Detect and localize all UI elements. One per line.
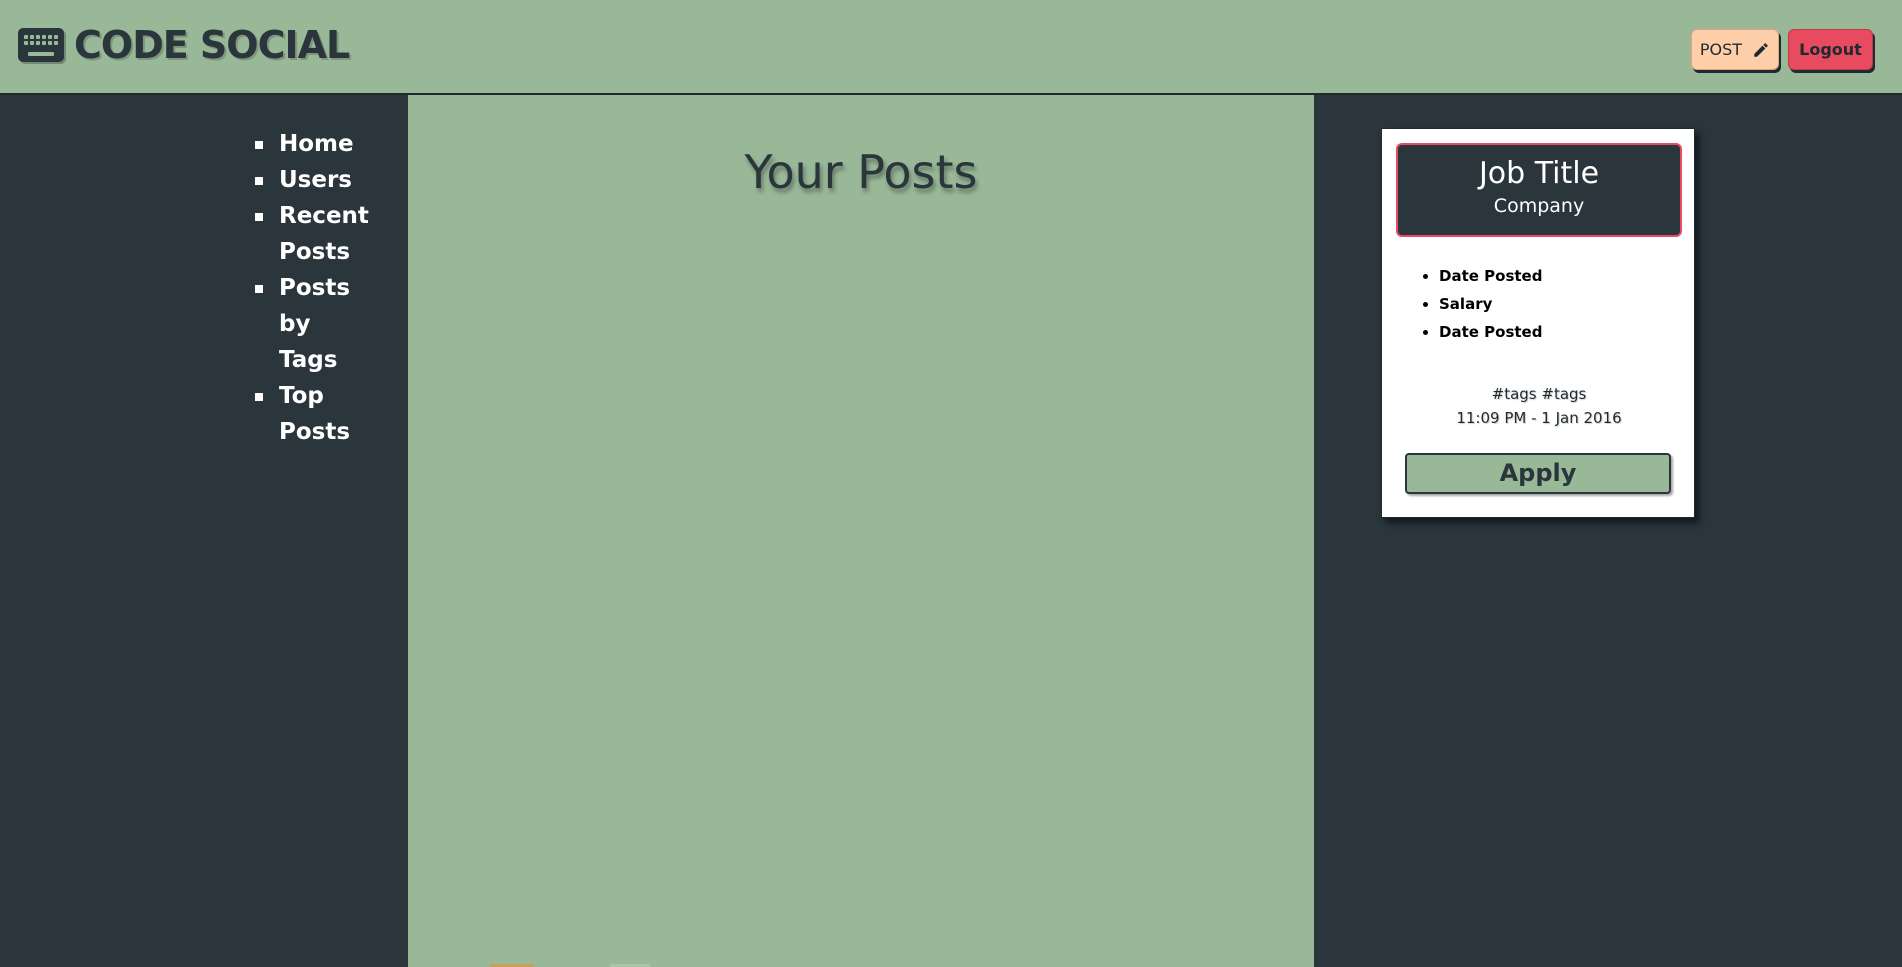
nav-item-label[interactable]: Home <box>279 131 354 157</box>
bullet-icon <box>255 393 263 401</box>
brand-title: CODE SOCIAL <box>74 23 350 67</box>
nav-item-users[interactable]: Users <box>250 162 365 198</box>
job-detail-item: Date Posted <box>1439 318 1542 346</box>
job-card-header: Job Title Company <box>1396 143 1682 237</box>
nav-item-posts-by-tags[interactable]: Posts by Tags <box>250 270 365 378</box>
job-card: Job Title Company Date Posted Salary Dat… <box>1381 128 1695 518</box>
bullet-icon <box>255 141 263 149</box>
bullet-icon <box>255 177 263 185</box>
job-tags: #tags #tags <box>1491 385 1587 403</box>
nav-item-label[interactable]: Top Posts <box>279 383 350 445</box>
pencil-icon <box>1754 42 1768 57</box>
job-details-list: Date Posted Salary Date Posted <box>1412 262 1542 346</box>
brand[interactable]: CODE SOCIAL <box>18 23 350 67</box>
logout-button[interactable]: Logout <box>1788 29 1873 70</box>
page-title: Your Posts <box>744 145 978 199</box>
post-button-label: POST <box>1699 40 1743 59</box>
nav-item-recent-posts[interactable]: Recent Posts <box>250 198 369 270</box>
logout-button-label: Logout <box>1799 40 1862 59</box>
keyboard-icon <box>18 28 64 62</box>
bullet-icon <box>255 213 263 221</box>
nav-item-home[interactable]: Home <box>250 126 365 162</box>
job-company: Company <box>1493 195 1585 217</box>
bullet-icon <box>255 285 263 293</box>
job-timestamp: 11:09 PM - 1 Jan 2016 <box>1456 409 1622 427</box>
sidebar-nav: Home Users Recent Posts Posts by Tags To… <box>250 126 400 450</box>
nav-item-label[interactable]: Users <box>279 167 352 193</box>
main-content: Your Posts <box>408 95 1314 967</box>
nav-item-label[interactable]: Posts by Tags <box>279 275 350 373</box>
job-detail-item: Salary <box>1439 290 1542 318</box>
nav-item-label[interactable]: Recent Posts <box>279 203 369 265</box>
top-header: CODE SOCIAL POST Logout <box>0 0 1902 95</box>
job-title: Job Title <box>1478 156 1600 191</box>
apply-button[interactable]: Apply <box>1405 453 1671 494</box>
nav-item-top-posts[interactable]: Top Posts <box>250 378 365 450</box>
post-button[interactable]: POST <box>1691 29 1779 70</box>
job-detail-item: Date Posted <box>1439 262 1542 290</box>
